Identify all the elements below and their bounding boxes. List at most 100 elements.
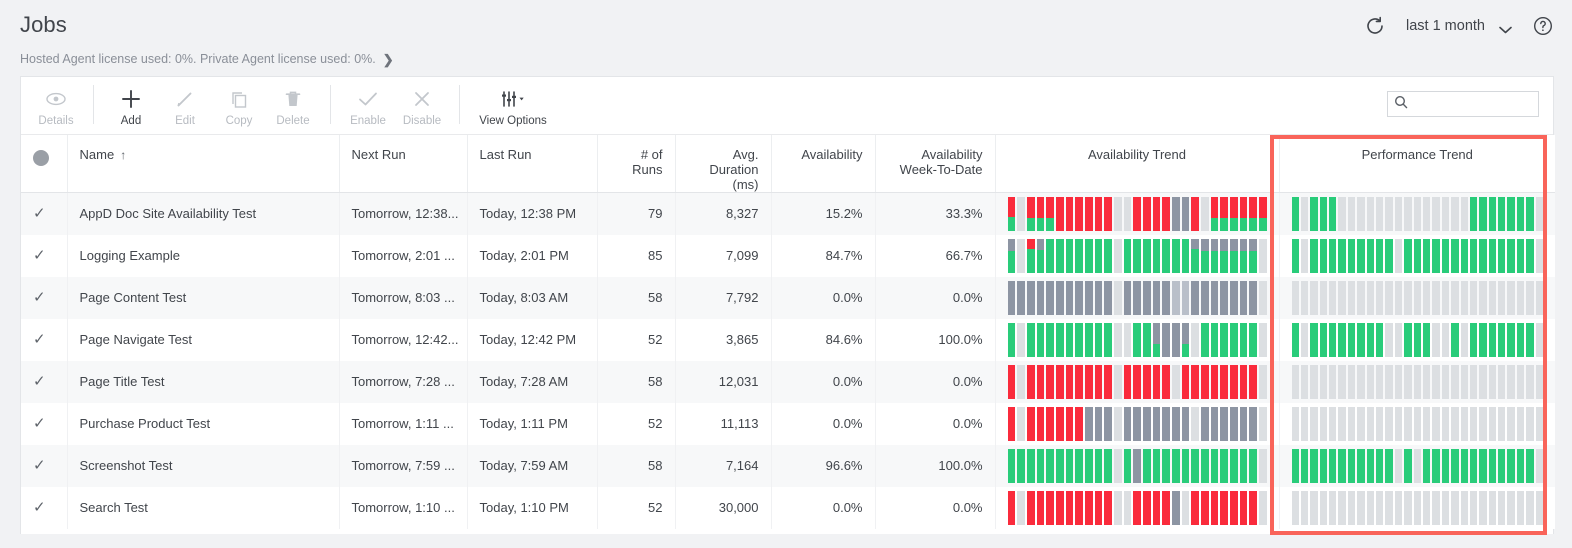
trend-bar[interactable] <box>1516 196 1525 231</box>
trend-bar[interactable] <box>1258 448 1267 483</box>
trend-bar[interactable] <box>1498 364 1506 399</box>
trend-bar[interactable] <box>1104 196 1112 231</box>
trend-bar[interactable] <box>1488 238 1497 273</box>
trend-bar[interactable] <box>1385 448 1393 483</box>
trend-bar[interactable] <box>1220 448 1228 483</box>
trend-bar[interactable] <box>1084 322 1093 357</box>
performance-trend-sparkline[interactable] <box>1291 322 1544 357</box>
disable-button[interactable]: Disable <box>395 77 449 134</box>
trend-bar[interactable] <box>1055 364 1064 399</box>
trend-bar[interactable] <box>1488 280 1497 315</box>
trend-bar[interactable] <box>1171 322 1180 357</box>
trend-bar[interactable] <box>1181 448 1190 483</box>
trend-bar[interactable] <box>1258 280 1267 315</box>
trend-bar[interactable] <box>1249 322 1257 357</box>
header-select-all[interactable] <box>21 135 68 193</box>
trend-bar[interactable] <box>1469 490 1478 525</box>
trend-bar[interactable] <box>1451 280 1459 315</box>
trend-bar[interactable] <box>1422 196 1431 231</box>
trend-bar[interactable] <box>1413 490 1421 525</box>
trend-bar[interactable] <box>1451 364 1459 399</box>
trend-bar[interactable] <box>1036 196 1045 231</box>
row-checkbox[interactable]: ✓ <box>21 276 68 319</box>
trend-bar[interactable] <box>1229 322 1238 357</box>
trend-bar[interactable] <box>1249 448 1257 483</box>
trend-bar[interactable] <box>1094 238 1103 273</box>
trend-bar[interactable] <box>1535 238 1544 273</box>
trend-bar[interactable] <box>1162 280 1170 315</box>
trend-bar[interactable] <box>1210 196 1219 231</box>
trend-bar[interactable] <box>1357 238 1365 273</box>
trend-bar[interactable] <box>1123 490 1132 525</box>
enable-button[interactable]: Enable <box>341 77 395 134</box>
trend-bar[interactable] <box>1366 280 1375 315</box>
trend-bar[interactable] <box>1526 448 1534 483</box>
trend-bar[interactable] <box>1291 448 1299 483</box>
trend-bar[interactable] <box>1075 364 1083 399</box>
trend-bar[interactable] <box>1075 490 1083 525</box>
trend-bar[interactable] <box>1498 448 1506 483</box>
trend-bar[interactable] <box>1075 238 1083 273</box>
trend-bar[interactable] <box>1404 196 1412 231</box>
trend-bar[interactable] <box>1488 406 1497 441</box>
trend-bar[interactable] <box>1432 280 1440 315</box>
trend-bar[interactable] <box>1507 280 1515 315</box>
trend-bar[interactable] <box>1329 238 1337 273</box>
trend-bar[interactable] <box>1200 448 1209 483</box>
trend-bar[interactable] <box>1498 196 1506 231</box>
trend-bar[interactable] <box>1239 448 1248 483</box>
trend-bar[interactable] <box>1210 490 1219 525</box>
trend-bar[interactable] <box>1036 280 1045 315</box>
trend-bar[interactable] <box>1357 406 1365 441</box>
trend-bar[interactable] <box>1460 280 1468 315</box>
trend-bar[interactable] <box>1191 364 1199 399</box>
trend-bar[interactable] <box>1007 238 1016 273</box>
trend-bar[interactable] <box>1404 448 1412 483</box>
check-icon[interactable]: ✓ <box>33 289 46 306</box>
trend-bar[interactable] <box>1329 196 1337 231</box>
trend-bar[interactable] <box>1123 196 1132 231</box>
trend-bar[interactable] <box>1026 490 1035 525</box>
trend-bar[interactable] <box>1432 406 1440 441</box>
trend-bar[interactable] <box>1017 196 1025 231</box>
trend-bar[interactable] <box>1239 196 1248 231</box>
trend-bar[interactable] <box>1319 448 1328 483</box>
row-checkbox[interactable]: ✓ <box>21 402 68 445</box>
trend-bar[interactable] <box>1065 196 1074 231</box>
trend-bar[interactable] <box>1229 196 1238 231</box>
check-icon[interactable]: ✓ <box>33 205 46 222</box>
trend-bar[interactable] <box>1084 406 1093 441</box>
row-checkbox[interactable]: ✓ <box>21 444 68 487</box>
table-row[interactable]: ✓ AppD Doc Site Availability Test Tomorrow… <box>21 192 1555 235</box>
trend-bar[interactable] <box>1535 196 1544 231</box>
trend-bar[interactable] <box>1394 322 1403 357</box>
trend-bar[interactable] <box>1200 196 1209 231</box>
trend-bar[interactable] <box>1084 238 1093 273</box>
trend-bar[interactable] <box>1413 322 1421 357</box>
trend-bar[interactable] <box>1055 238 1064 273</box>
check-icon[interactable]: ✓ <box>33 247 46 264</box>
trend-bar[interactable] <box>1394 364 1403 399</box>
trend-bar[interactable] <box>1229 280 1238 315</box>
trend-bar[interactable] <box>1366 196 1375 231</box>
trend-bar[interactable] <box>1300 322 1309 357</box>
trend-bar[interactable] <box>1036 238 1045 273</box>
select-all-circle-icon[interactable] <box>33 150 49 166</box>
header-avg-duration[interactable]: Avg. Duration (ms) <box>675 135 772 193</box>
trend-bar[interactable] <box>1142 490 1151 525</box>
trend-bar[interactable] <box>1413 364 1421 399</box>
header-name[interactable]: Name ↑ <box>67 135 340 193</box>
trend-bar[interactable] <box>1432 196 1440 231</box>
trend-bar[interactable] <box>1451 490 1459 525</box>
trend-bar[interactable] <box>1239 406 1248 441</box>
copy-button[interactable]: Copy <box>212 77 266 134</box>
trend-bar[interactable] <box>1094 448 1103 483</box>
trend-bar[interactable] <box>1171 490 1180 525</box>
trend-bar[interactable] <box>1385 406 1393 441</box>
trend-bar[interactable] <box>1113 364 1122 399</box>
trend-bar[interactable] <box>1526 406 1534 441</box>
trend-bar[interactable] <box>1191 196 1199 231</box>
trend-bar[interactable] <box>1498 322 1506 357</box>
trend-bar[interactable] <box>1220 196 1228 231</box>
trend-bar[interactable] <box>1357 448 1365 483</box>
